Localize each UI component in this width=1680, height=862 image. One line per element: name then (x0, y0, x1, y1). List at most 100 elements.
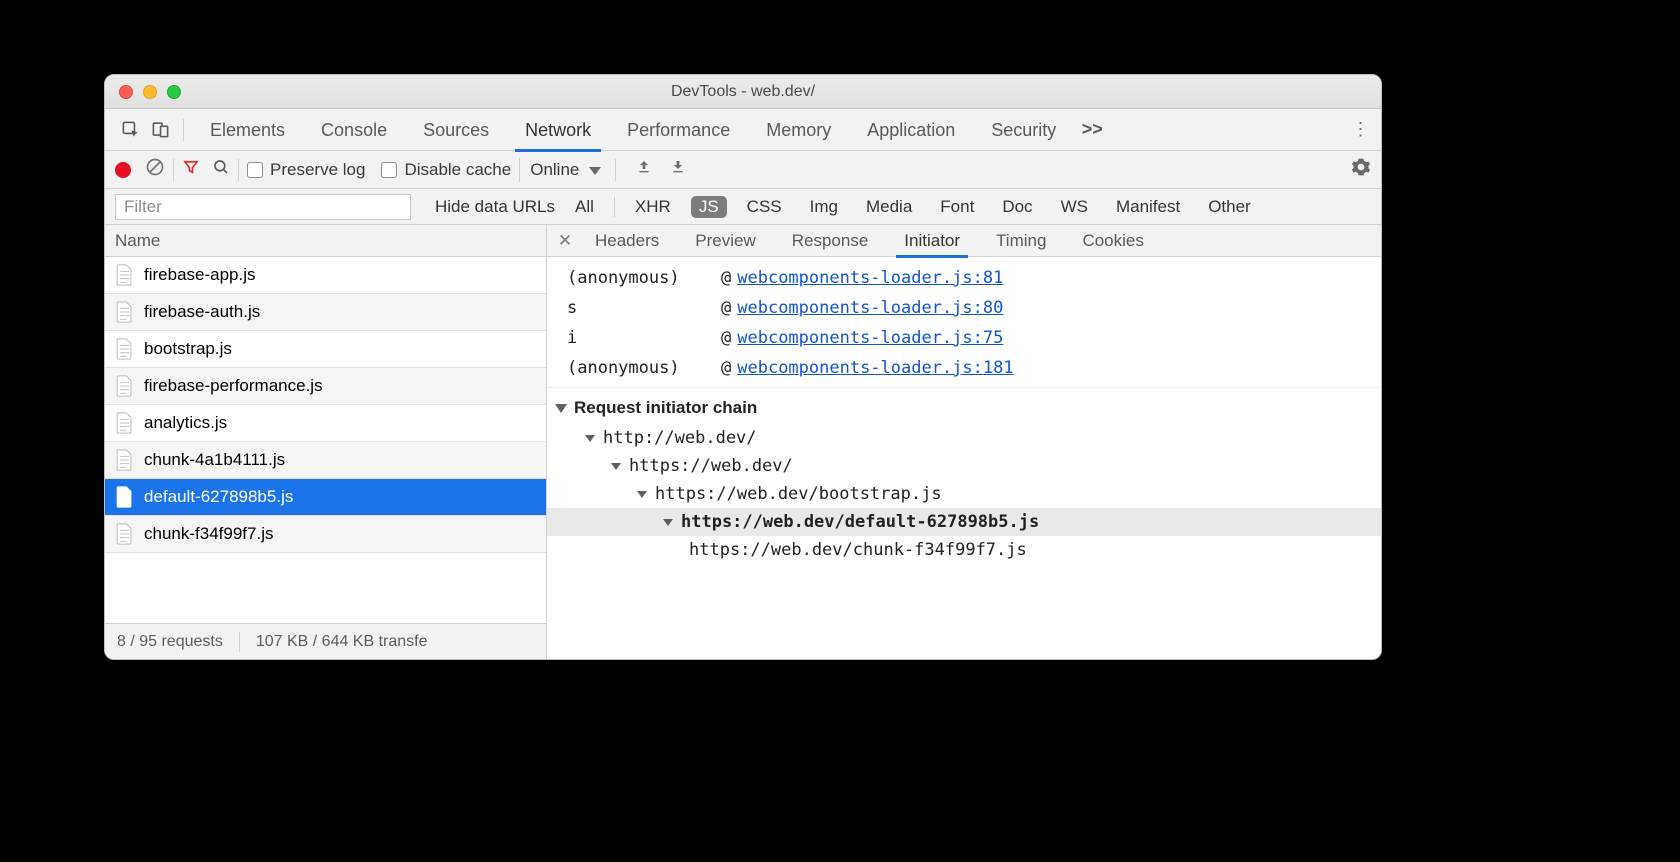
type-filter-doc[interactable]: Doc (994, 196, 1040, 218)
chain-url: https://web.dev/chunk-f34f99f7.js (689, 540, 1027, 560)
status-transfer: 107 KB / 644 KB transfe (256, 633, 428, 651)
request-list: firebase-app.js firebase-auth.js bootstr… (105, 257, 546, 623)
request-row[interactable]: firebase-app.js (105, 257, 546, 294)
type-filter-ws[interactable]: WS (1053, 196, 1096, 218)
request-row[interactable]: firebase-auth.js (105, 294, 546, 331)
type-filter-media[interactable]: Media (858, 196, 920, 218)
request-list-panel: Name firebase-app.js firebase-auth.js bo… (105, 225, 547, 659)
stack-frame: i@ webcomponents-loader.js:75 (547, 323, 1014, 353)
status-requests: 8 / 95 requests (117, 633, 223, 651)
request-name: default-627898b5.js (144, 487, 293, 507)
download-har-icon[interactable] (670, 158, 686, 181)
stack-frame: (anonymous)@ webcomponents-loader.js:181 (547, 353, 1014, 383)
window-title: DevTools - web.dev/ (105, 83, 1381, 101)
detail-tabs: ✕ HeadersPreviewResponseInitiatorTimingC… (547, 225, 1381, 257)
filter-icon[interactable] (182, 158, 200, 181)
filter-input[interactable] (115, 194, 411, 220)
file-icon (115, 449, 134, 471)
close-detail-icon[interactable]: ✕ (553, 231, 577, 251)
file-icon (115, 338, 134, 360)
request-detail-panel: ✕ HeadersPreviewResponseInitiatorTimingC… (547, 225, 1381, 659)
source-link[interactable]: webcomponents-loader.js:80 (737, 298, 1003, 318)
network-body: Name firebase-app.js firebase-auth.js bo… (105, 225, 1381, 659)
file-icon (115, 301, 134, 323)
devtools-window: DevTools - web.dev/ ElementsConsoleSourc… (104, 74, 1382, 660)
chain-node[interactable]: https://web.dev/bootstrap.js (561, 480, 1381, 508)
request-name: firebase-auth.js (144, 302, 260, 322)
detail-tab-initiator[interactable]: Initiator (886, 225, 978, 257)
request-name: analytics.js (144, 413, 227, 433)
separator (183, 119, 184, 141)
type-filter-js[interactable]: JS (691, 196, 727, 218)
kebab-menu-icon[interactable]: ⋮ (1347, 119, 1375, 140)
type-filter-manifest[interactable]: Manifest (1108, 196, 1188, 218)
throttling-value: Online (520, 160, 605, 180)
disclosure-triangle-icon (663, 519, 673, 526)
panel-tab-network[interactable]: Network (507, 109, 609, 151)
chain-node[interactable]: http://web.dev/ (561, 424, 1381, 452)
detail-tab-cookies[interactable]: Cookies (1064, 225, 1161, 257)
chain-url: http://web.dev/ (603, 428, 757, 448)
detail-tab-headers[interactable]: Headers (577, 225, 677, 257)
request-row[interactable]: firebase-performance.js (105, 368, 546, 405)
type-filter-font[interactable]: Font (932, 196, 982, 218)
throttling-select[interactable]: Online (519, 158, 605, 182)
overflow-tabs-button[interactable]: >> (1074, 115, 1110, 145)
settings-icon[interactable] (1351, 157, 1371, 182)
disable-cache-checkbox[interactable] (381, 162, 397, 178)
request-list-header: Name (105, 225, 546, 257)
type-filter-xhr[interactable]: XHR (627, 196, 679, 218)
detail-tab-response[interactable]: Response (774, 225, 887, 257)
type-filter-img[interactable]: Img (802, 196, 846, 218)
file-icon (115, 523, 134, 545)
initiator-stack: (anonymous)@ webcomponents-loader.js:81s… (547, 257, 1381, 388)
inspect-element-icon[interactable] (115, 115, 145, 145)
record-button[interactable] (115, 162, 131, 178)
stack-frame: (anonymous)@ webcomponents-loader.js:81 (547, 263, 1014, 293)
request-row[interactable]: bootstrap.js (105, 331, 546, 368)
file-icon (115, 375, 134, 397)
preserve-log-checkbox[interactable] (247, 162, 263, 178)
panel-tab-console[interactable]: Console (303, 109, 405, 151)
clear-log-icon[interactable] (145, 157, 165, 182)
devtools-tabbar: ElementsConsoleSourcesNetworkPerformance… (105, 109, 1381, 151)
window-controls (105, 85, 181, 99)
request-name: chunk-f34f99f7.js (144, 524, 273, 544)
panel-tab-security[interactable]: Security (973, 109, 1074, 151)
request-row[interactable]: chunk-f34f99f7.js (105, 516, 546, 553)
panel-tab-memory[interactable]: Memory (748, 109, 849, 151)
panel-tab-performance[interactable]: Performance (609, 109, 748, 151)
type-filter-all[interactable]: All (567, 196, 602, 218)
chain-url: https://web.dev/default-627898b5.js (681, 512, 1039, 532)
request-list-status: 8 / 95 requests 107 KB / 644 KB transfe (105, 623, 546, 659)
type-filter-css[interactable]: CSS (739, 196, 790, 218)
panel-tab-elements[interactable]: Elements (192, 109, 303, 151)
search-icon[interactable] (212, 158, 230, 181)
titlebar: DevTools - web.dev/ (105, 75, 1381, 109)
chain-node[interactable]: https://web.dev/default-627898b5.js (547, 508, 1381, 536)
stack-frame: s@ webcomponents-loader.js:80 (547, 293, 1014, 323)
source-link[interactable]: webcomponents-loader.js:81 (737, 268, 1003, 288)
chain-node[interactable]: https://web.dev/ (561, 452, 1381, 480)
upload-har-icon[interactable] (636, 158, 652, 181)
chain-node[interactable]: https://web.dev/chunk-f34f99f7.js (561, 536, 1381, 564)
device-mode-icon[interactable] (145, 115, 175, 145)
detail-tab-preview[interactable]: Preview (677, 225, 773, 257)
panel-tab-sources[interactable]: Sources (405, 109, 507, 151)
chain-url: https://web.dev/bootstrap.js (655, 484, 942, 504)
minimize-window-button[interactable] (143, 85, 157, 99)
detail-tab-timing[interactable]: Timing (978, 225, 1064, 257)
source-link[interactable]: webcomponents-loader.js:181 (737, 358, 1013, 378)
source-link[interactable]: webcomponents-loader.js:75 (737, 328, 1003, 348)
request-name: chunk-4a1b4111.js (144, 450, 285, 470)
initiator-chain-header[interactable]: Request initiator chain (547, 388, 1381, 424)
close-window-button[interactable] (119, 85, 133, 99)
request-row[interactable]: chunk-4a1b4111.js (105, 442, 546, 479)
network-toolbar: Preserve log Disable cache Online (105, 151, 1381, 189)
file-icon (115, 486, 134, 508)
zoom-window-button[interactable] (167, 85, 181, 99)
type-filter-other[interactable]: Other (1200, 196, 1259, 218)
request-row[interactable]: analytics.js (105, 405, 546, 442)
request-row[interactable]: default-627898b5.js (105, 479, 546, 516)
panel-tab-application[interactable]: Application (849, 109, 973, 151)
